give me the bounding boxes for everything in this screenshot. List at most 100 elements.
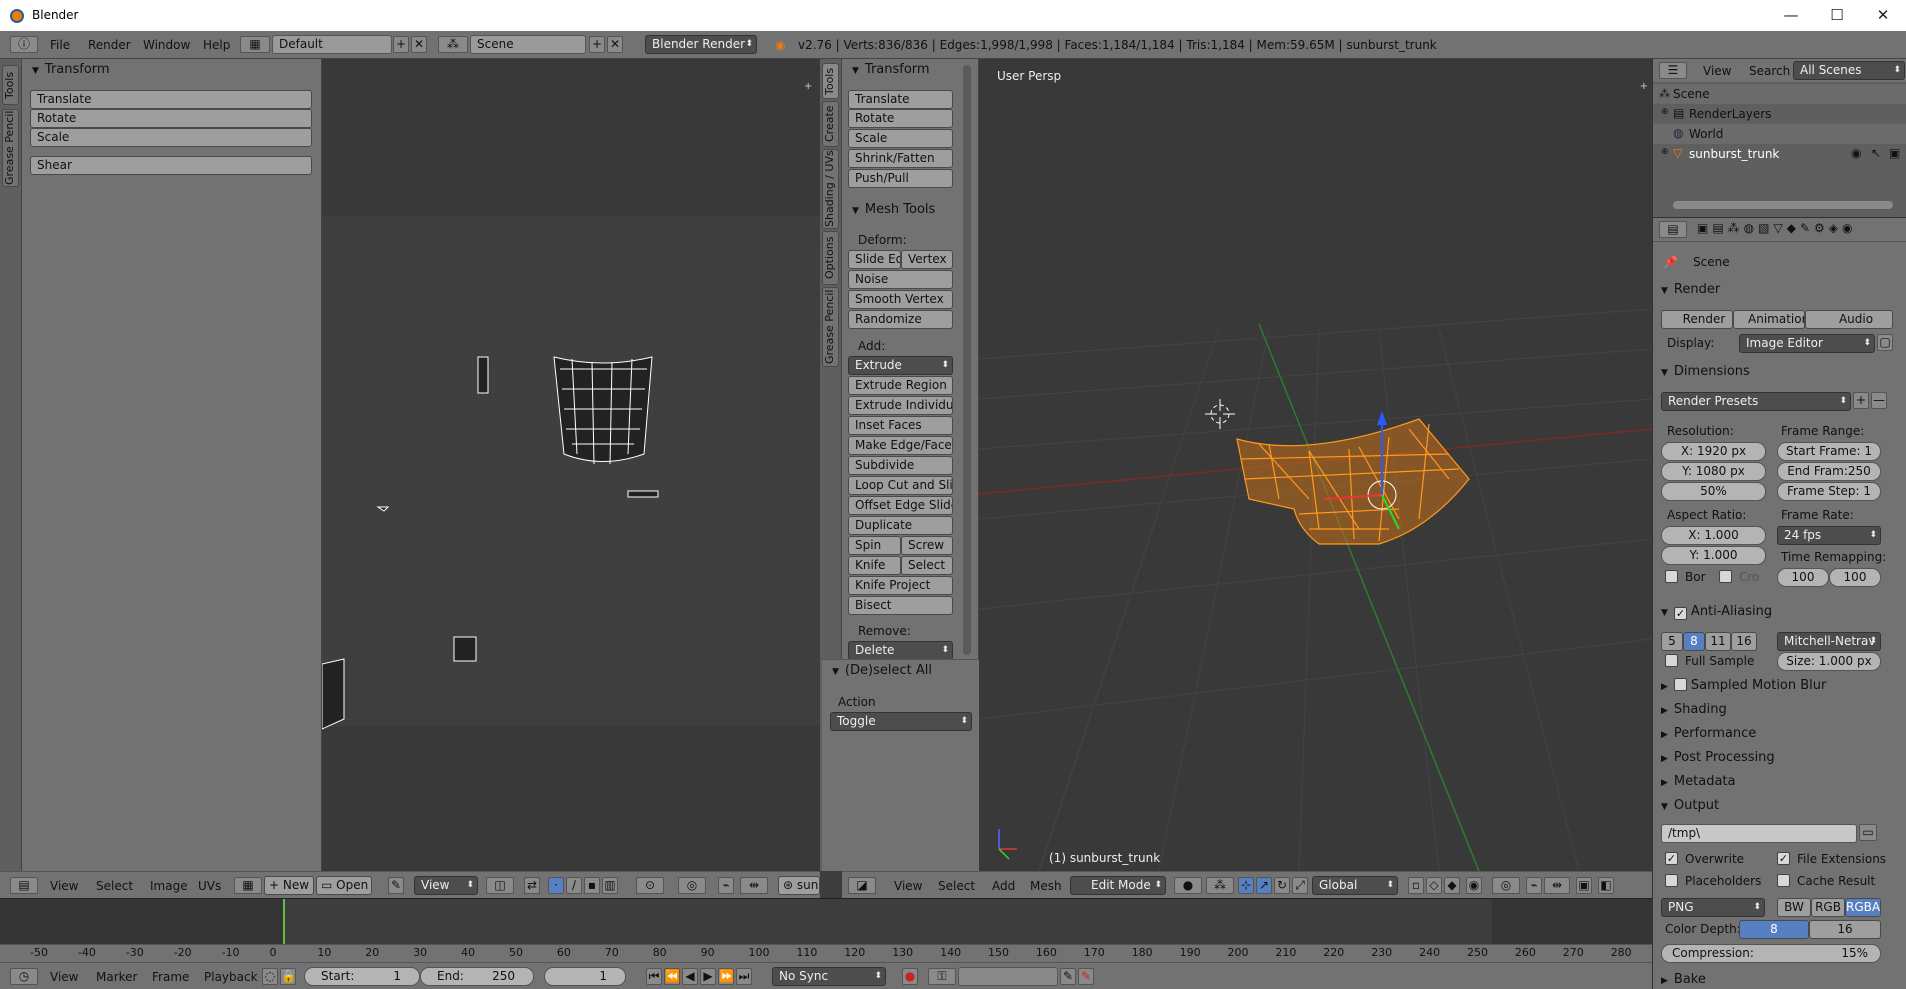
end-frame-field[interactable]: End Fram:250 <box>1777 462 1881 481</box>
slide-vertex-button[interactable]: Vertex <box>901 250 953 269</box>
audio-button[interactable]: Audio <box>1805 310 1893 329</box>
mode-select[interactable]: Edit Mode <box>1070 876 1166 895</box>
snap-element-icon[interactable]: ⇹ <box>1544 877 1570 894</box>
push-pull-button[interactable]: Push/Pull <box>848 169 953 188</box>
timeline-menu-marker[interactable]: Marker <box>96 968 137 986</box>
scale-manip-icon[interactable]: ⤢ <box>1292 877 1308 894</box>
depth-8-button[interactable]: 8 <box>1739 920 1809 939</box>
record-icon[interactable]: ● <box>902 968 918 985</box>
image-menu-select[interactable]: Select <box>96 877 133 895</box>
dimensions-section-header[interactable]: Dimensions <box>1661 362 1750 382</box>
outliner-scrollbar[interactable] <box>1673 201 1893 209</box>
viewport-expand-icon[interactable]: + <box>1640 81 1648 92</box>
rotate-manip-icon[interactable]: ↻ <box>1274 877 1290 894</box>
tab-grease-pencil-image[interactable]: Grease Pencil <box>2 109 19 187</box>
resolution-x-field[interactable]: X: 1920 px <box>1661 442 1766 461</box>
image-shear-button[interactable]: Shear <box>30 156 312 175</box>
view3d-menu-mesh[interactable]: Mesh <box>1030 877 1062 895</box>
preview-range-icon[interactable]: ◌ <box>262 968 278 985</box>
jump-keyframe-forward-icon[interactable]: ⏩ <box>718 968 734 985</box>
aspect-x-field[interactable]: X: 1.000 <box>1661 526 1766 545</box>
depth-16-button[interactable]: 16 <box>1809 920 1881 939</box>
current-frame-input[interactable]: 1 <box>544 967 626 986</box>
add-scene-button[interactable]: + <box>589 36 605 53</box>
knife-project-button[interactable]: Knife Project <box>848 576 953 595</box>
file-format-select[interactable]: PNG <box>1661 898 1765 917</box>
view3d-menu-view[interactable]: View <box>894 877 922 895</box>
bisect-button[interactable]: Bisect <box>848 596 953 615</box>
render-camera-icon[interactable]: ▣ <box>1889 146 1900 160</box>
animation-button[interactable]: Animation <box>1733 310 1805 329</box>
display-select[interactable]: Image Editor <box>1739 334 1875 353</box>
render-presets-select[interactable]: Render Presets <box>1661 392 1851 411</box>
menu-window[interactable]: Window <box>143 36 190 54</box>
layout-field[interactable]: Default <box>272 35 392 54</box>
add-layout-button[interactable]: + <box>393 36 409 53</box>
fps-select[interactable]: 24 fps <box>1777 526 1881 545</box>
knife-select-button[interactable]: Select <box>901 556 953 575</box>
make-edge-face-button[interactable]: Make Edge/Face <box>848 436 953 455</box>
3d-viewport[interactable]: User Persp (1) sunburst_trunk + <box>979 59 1652 871</box>
tab-tools-image[interactable]: Tools <box>2 65 19 105</box>
timeline-menu-frame[interactable]: Frame <box>152 968 189 986</box>
canvas-expand-icon[interactable]: + <box>804 81 816 93</box>
frame-step-field[interactable]: Frame Step: 1 <box>1777 482 1881 501</box>
selectable-cursor-icon[interactable]: ↖ <box>1871 146 1881 160</box>
island-select-icon[interactable]: ▥ <box>602 877 618 894</box>
pin-image-icon[interactable]: ✎ <box>388 877 404 894</box>
delete-select[interactable]: Delete <box>848 641 953 660</box>
jump-start-icon[interactable]: ⏮ <box>646 968 662 985</box>
opengl-render-icon[interactable]: ◧ <box>1598 877 1614 894</box>
outliner-row-world[interactable]: ◍ World <box>1653 124 1906 144</box>
knife-button[interactable]: Knife <box>848 556 901 575</box>
outliner-row-object[interactable]: ⊕ ▽ sunburst_trunk ◉ ↖ ▣ <box>1653 144 1906 164</box>
outliner-row-renderlayers[interactable]: ⊕ ▤ RenderLayers <box>1653 104 1906 124</box>
resolution-percent-field[interactable]: 50% <box>1661 482 1766 501</box>
image-editor-type-icon[interactable]: ▤ <box>10 877 38 894</box>
aa-samples-16[interactable]: 16 <box>1731 632 1757 651</box>
image-rotate-button[interactable]: Rotate <box>30 109 312 128</box>
color-rgba-button[interactable]: RGBA <box>1845 898 1881 917</box>
anti-aliasing-section-header[interactable]: ✓Anti-Aliasing <box>1661 602 1772 622</box>
noise-button[interactable]: Noise <box>848 270 953 289</box>
properties-editor-type-icon[interactable]: ▤ <box>1659 221 1687 238</box>
output-section-header[interactable]: Output <box>1661 796 1719 816</box>
outliner-menu-search[interactable]: Search <box>1749 62 1790 80</box>
scale-button[interactable]: Scale <box>848 129 953 148</box>
translate-manip-icon[interactable]: ↗ <box>1256 877 1272 894</box>
image-menu-uvs[interactable]: UVs <box>198 877 221 895</box>
extrude-region-button[interactable]: Extrude Region <box>848 376 953 395</box>
subdivide-button[interactable]: Subdivide <box>848 456 953 475</box>
play-icon[interactable]: ▶ <box>700 968 716 985</box>
edge-mode-icon[interactable]: ◇ <box>1426 877 1442 894</box>
render-section-header[interactable]: Render <box>1661 280 1720 300</box>
tab-create[interactable]: Create <box>822 101 839 147</box>
view3d-menu-select[interactable]: Select <box>938 877 975 895</box>
insert-keyframe-icon[interactable]: ✎ <box>1060 968 1076 985</box>
output-path-field[interactable]: /tmp\ <box>1661 824 1857 843</box>
manipulator-icon[interactable]: ⊹ <box>1238 877 1254 894</box>
toolshelf-scrollbar[interactable] <box>963 65 971 655</box>
anti-aliasing-checkbox[interactable]: ✓ <box>1673 607 1687 620</box>
post-processing-section-header[interactable]: Post Processing <box>1661 748 1775 768</box>
keying-set-icon[interactable]: ⚿ <box>928 968 956 985</box>
image-menu-image[interactable]: Image <box>150 877 188 895</box>
crop-checkbox[interactable] <box>1719 570 1732 583</box>
translate-button[interactable]: Translate <box>848 90 953 109</box>
color-bw-button[interactable]: BW <box>1777 898 1811 917</box>
expand-renderlayers-icon[interactable]: ⊕ <box>1661 107 1669 117</box>
display-window-icon[interactable]: ▢ <box>1877 334 1893 351</box>
compression-slider[interactable]: Compression: 15% <box>1661 944 1881 963</box>
maximize-button[interactable]: ☐ <box>1814 0 1860 31</box>
tab-tools[interactable]: Tools <box>822 63 839 99</box>
remap-old-field[interactable]: 100 <box>1777 568 1829 587</box>
remap-new-field[interactable]: 100 <box>1829 568 1881 587</box>
delete-keyframe-icon[interactable]: ✎ <box>1078 968 1094 985</box>
keying-set-field[interactable] <box>958 967 1058 986</box>
image-scale-button[interactable]: Scale <box>30 128 312 147</box>
lock-range-icon[interactable]: 🔒 <box>280 968 296 985</box>
color-rgb-button[interactable]: RGB <box>1811 898 1845 917</box>
timeline-editor-type-icon[interactable]: ◷ <box>10 968 38 985</box>
proportional-icon[interactable]: ◎ <box>678 877 706 894</box>
pivot-point-icon[interactable]: ⁂ <box>1206 877 1234 894</box>
